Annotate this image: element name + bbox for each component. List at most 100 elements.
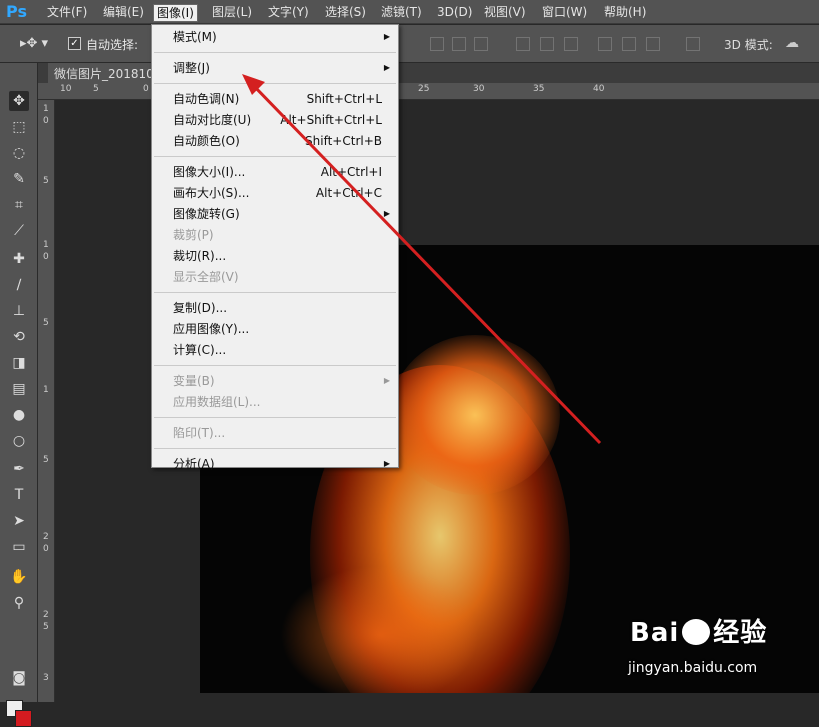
image-menu-item[interactable]: 复制(D)... [152,298,398,318]
ruler-tick-label: 30 [473,84,485,94]
menu-item-shortcut: Alt+Ctrl+I [320,165,382,179]
background-color-swatch[interactable] [15,710,32,727]
image-menu-item[interactable]: 图像大小(I)... Alt+Ctrl+I [152,162,398,182]
auto-align-icon[interactable] [686,37,700,51]
menu-item-label: 陷印(T)... [173,426,226,440]
lasso-tool-icon[interactable]: ◌ [9,143,29,163]
image-menu-item[interactable]: 画布大小(S)... Alt+Ctrl+C [152,183,398,203]
brush-tool-icon[interactable]: ∕ [9,275,29,295]
type-tool-icon[interactable]: T [9,485,29,505]
distribute-left-icon[interactable] [598,37,612,51]
history-brush-tool-icon[interactable]: ⟲ [9,327,29,347]
menu-item[interactable]: 窗口(W) [539,4,590,22]
menu-item[interactable]: 选择(S) [322,4,369,22]
menu-item[interactable]: 图层(L) [209,4,255,22]
ruler-tick-label: 10 [60,84,72,94]
eyedropper-tool-icon[interactable]: ⟋ [9,221,29,241]
menu-separator [154,52,396,53]
image-menu-item: 裁剪(P) [152,225,398,245]
ruler-tick-label: 0 [43,252,49,262]
menu-item-label: 调整(J) [173,61,210,75]
menu-item-label: 分析(A) [173,457,215,471]
menu-item-label: 计算(C)... [173,343,227,357]
marquee-tool-icon[interactable]: ⬚ [9,117,29,137]
image-menu-item[interactable]: 调整(J) ▶ [152,58,398,78]
gradient-tool-icon[interactable]: ▤ [9,379,29,399]
ruler-tick-label: 5 [43,318,49,328]
zoom-tool-icon[interactable]: ⚲ [9,593,29,613]
move-tool-icon[interactable]: ✥ [9,91,29,111]
align-vcenter-icon[interactable] [452,37,466,51]
photoshop-logo: Ps [6,2,27,21]
blur-tool-icon[interactable]: ● [9,405,29,425]
menu-separator [154,417,396,418]
vertical-ruler: 1051051520253 [38,100,55,702]
hand-tool-icon[interactable]: ✋ [9,567,29,587]
ruler-tick-label: 2 [43,532,49,542]
menu-item-label: 自动色调(N) [173,92,240,106]
ruler-tick-label: 0 [43,116,49,126]
submenu-arrow-icon: ▶ [383,63,390,72]
healing-brush-tool-icon[interactable]: ✚ [9,249,29,269]
menu-item[interactable]: 3D(D) [434,4,475,22]
menu-item[interactable]: 文字(Y) [265,4,312,22]
baidu-paw-icon [682,619,711,645]
menu-separator [154,83,396,84]
3d-orbit-icon[interactable]: ☁ [785,35,799,51]
quick-mask-icon[interactable]: ◙ [9,668,29,688]
move-tool-icon[interactable]: ▸✥ ▾ [20,36,48,51]
image-menu-item[interactable]: 图像旋转(G) ▶ [152,204,398,224]
ruler-tick-label: 0 [43,544,49,554]
image-menu-item: 陷印(T)... [152,423,398,443]
image-menu-item[interactable]: 自动颜色(O) Shift+Ctrl+B [152,131,398,151]
image-menu-item[interactable]: 自动色调(N) Shift+Ctrl+L [152,89,398,109]
image-menu-item: 应用数据组(L)... [152,392,398,412]
crop-tool-icon[interactable]: ⌗ [9,195,29,215]
image-menu-item: 显示全部(V) [152,267,398,287]
distribute-hcenter-icon[interactable] [622,37,636,51]
rectangle-tool-icon[interactable]: ▭ [9,537,29,557]
image-menu-dropdown: 模式(M) ▶ 调整(J) ▶ 自动色调(N) Shift+Ctrl+L 自动对比度(U) A… [151,24,399,471]
image-menu-item[interactable]: 分析(A) ▶ [152,454,398,474]
ruler-tick-label: 1 [43,385,49,395]
menu-item[interactable]: 编辑(E) [100,4,147,22]
ruler-tick-label: 2 [43,610,49,620]
distribute-top-icon[interactable] [516,37,530,51]
menu-item[interactable]: 文件(F) [44,4,90,22]
ruler-tick-label: 35 [533,84,545,94]
distribute-bottom-icon[interactable] [564,37,578,51]
menu-bar: Ps 文件(F) 编辑(E) 图像(I) 图层(L) 文字(Y) 选择(S) 滤镜(T) 3D… [0,0,819,24]
image-menu-item[interactable]: 自动对比度(U) Alt+Shift+Ctrl+L [152,110,398,130]
image-menu-item[interactable]: 计算(C)... [152,340,398,360]
menu-separator [154,448,396,449]
menu-item-label: 模式(M) [173,30,217,44]
menu-item-label: 自动颜色(O) [173,134,240,148]
align-bottom-icon[interactable] [474,37,488,51]
dodge-tool-icon[interactable]: ○ [9,431,29,451]
ruler-tick-label: 5 [93,84,99,94]
options-bar: ▸✥ ▾ ✓ 自动选择: 3D 模式: ☁ [0,25,819,63]
baidu-jingyan-watermark: Bai 经验 jingyan.baidu.com [628,612,767,676]
menu-item[interactable]: 视图(V) [481,4,529,22]
clone-stamp-tool-icon[interactable]: ⊥ [9,301,29,321]
path-selection-tool-icon[interactable]: ➤ [9,511,29,531]
menu-item[interactable]: 帮助(H) [601,4,649,22]
menu-item[interactable]: 图像(I) [153,4,198,22]
menu-item-label: 应用图像(Y)... [173,322,250,336]
image-menu-item[interactable]: 应用图像(Y)... [152,319,398,339]
quick-select-tool-icon[interactable]: ✎ [9,169,29,189]
menu-item[interactable]: 滤镜(T) [378,4,425,22]
eraser-tool-icon[interactable]: ◨ [9,353,29,373]
image-menu-item[interactable]: 裁切(R)... [152,246,398,266]
ruler-tick-label: 5 [43,622,49,632]
auto-select-checkbox[interactable]: ✓ [68,37,81,50]
ruler-tick-label: 5 [43,455,49,465]
distribute-right-icon[interactable] [646,37,660,51]
menu-item-label: 应用数据组(L)... [173,395,261,409]
menu-item-label: 图像旋转(G) [173,207,240,221]
distribute-vcenter-icon[interactable] [540,37,554,51]
menu-separator [154,365,396,366]
align-top-icon[interactable] [430,37,444,51]
image-menu-item[interactable]: 模式(M) ▶ [152,27,398,47]
pen-tool-icon[interactable]: ✒ [9,459,29,479]
